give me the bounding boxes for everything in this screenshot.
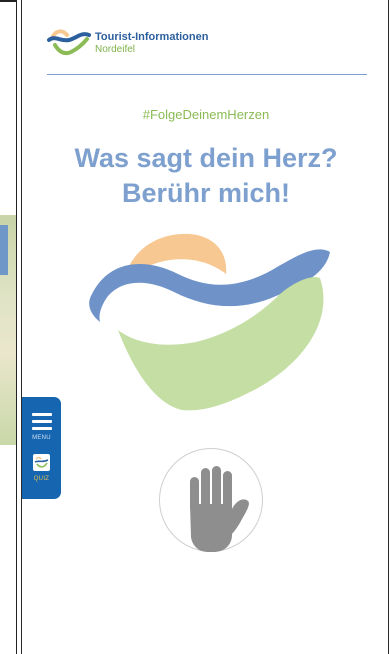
quiz-label: QUIZ (33, 476, 50, 482)
menu-button[interactable]: MENU (22, 404, 61, 444)
quiz-icon (33, 454, 50, 471)
page-title: Was sagt dein Herz? Berühr mich! (22, 141, 390, 211)
menu-label: MENU (32, 435, 51, 441)
hamburger-bar (32, 420, 52, 423)
hand-touch-icon (190, 466, 249, 552)
background-page-strip (0, 0, 17, 654)
heart-wave-logo-icon (47, 29, 91, 56)
title-line-2: Berühr mich! (121, 178, 291, 208)
brand-logo[interactable]: Tourist-Informationen Nordeifel (47, 26, 227, 60)
background-map-fragment (0, 215, 16, 445)
title-line-1: Was sagt dein Herz? (74, 143, 338, 173)
touch-heart-button[interactable] (159, 448, 263, 552)
touch-heart-panel: Tourist-Informationen Nordeifel #FolgeDe… (21, 0, 389, 654)
hamburger-bar (32, 427, 52, 430)
hamburger-bar (32, 413, 52, 416)
hashtag: #FolgeDeinemHerzen (142, 107, 270, 122)
header-divider (47, 74, 367, 75)
floating-side-menu: MENU QUIZ (22, 397, 61, 499)
quiz-button[interactable]: QUIZ (22, 449, 61, 493)
heart-graphic (89, 233, 330, 411)
brand-name: Tourist-Informationen (95, 31, 209, 43)
background-border (0, 0, 16, 2)
brand-region: Nordeifel (95, 44, 136, 55)
